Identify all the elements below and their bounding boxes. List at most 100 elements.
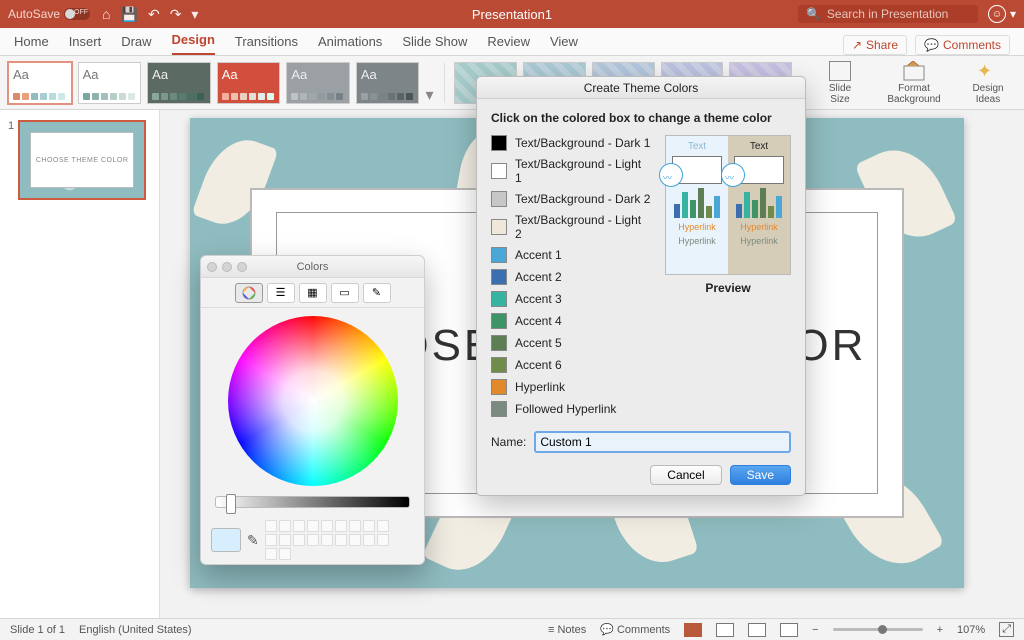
theme-color-row-3[interactable]: Text/Background - Light 2 <box>491 213 651 241</box>
status-comments-button[interactable]: 💬 Comments <box>600 623 670 636</box>
theme-color-swatch[interactable] <box>491 269 507 285</box>
slide-size-button[interactable]: Slide Size <box>812 61 868 105</box>
theme-color-row-2[interactable]: Text/Background - Dark 2 <box>491 191 651 207</box>
slide-thumbnail-panel[interactable]: 1 CHOOSE THEME COLOR <box>0 110 160 618</box>
theme-color-label: Accent 3 <box>515 292 562 306</box>
qat-overflow-icon[interactable]: ▾ <box>191 6 198 23</box>
theme-color-list: Text/Background - Dark 1 Text/Background … <box>491 135 651 417</box>
preview-light: Text 〰 Hyperlink Hyperlink <box>666 136 728 274</box>
theme-color-row-5[interactable]: Accent 2 <box>491 269 651 285</box>
tab-insert[interactable]: Insert <box>69 34 102 55</box>
color-mode-wheel[interactable] <box>235 283 263 303</box>
color-wheel[interactable] <box>228 316 398 486</box>
save-button[interactable]: Save <box>730 465 791 485</box>
theme-color-swatch[interactable] <box>491 335 507 351</box>
autosave-toggle[interactable]: AutoSave OFF <box>8 7 90 21</box>
theme-thumb-3[interactable]: Aa <box>147 62 211 104</box>
save-icon[interactable]: 💾 <box>121 6 138 23</box>
theme-thumb-4[interactable]: Aa <box>217 62 281 104</box>
format-background-button[interactable]: Format Background <box>886 61 942 105</box>
color-mode-image[interactable]: ▭ <box>331 283 359 303</box>
vertical-scrollbar[interactable] <box>1010 110 1022 618</box>
view-reading-icon[interactable] <box>748 623 766 637</box>
theme-color-swatch[interactable] <box>491 191 507 207</box>
theme-color-row-4[interactable]: Accent 1 <box>491 247 651 263</box>
share-button[interactable]: ↗Share <box>843 35 907 55</box>
theme-thumb-2[interactable]: Aa <box>78 62 142 104</box>
slide-thumbnail-1[interactable]: CHOOSE THEME COLOR <box>18 120 146 200</box>
theme-color-row-1[interactable]: Text/Background - Light 1 <box>491 157 651 185</box>
color-mode-pencils[interactable]: ✎ <box>363 283 391 303</box>
theme-color-swatch[interactable] <box>491 135 507 151</box>
theme-thumb-5[interactable]: Aa <box>286 62 350 104</box>
color-mode-palettes[interactable]: ▦ <box>299 283 327 303</box>
theme-color-swatch[interactable] <box>491 357 507 373</box>
eyedropper-icon[interactable]: ✎ <box>247 532 259 549</box>
window-controls[interactable] <box>207 262 247 272</box>
theme-color-row-11[interactable]: Followed Hyperlink <box>491 401 651 417</box>
theme-name-input[interactable] <box>534 431 791 453</box>
theme-thumb-1[interactable]: Aa <box>8 62 72 104</box>
view-slideshow-icon[interactable] <box>780 623 798 637</box>
theme-color-label: Text/Background - Dark 2 <box>515 192 650 206</box>
theme-color-swatch[interactable] <box>491 219 507 235</box>
theme-color-swatch[interactable] <box>491 163 507 179</box>
current-color-swatch[interactable] <box>211 528 241 552</box>
undo-icon[interactable]: ↶ <box>148 6 160 23</box>
color-swatch-grid[interactable] <box>265 520 395 560</box>
fit-to-window-icon[interactable]: ⤢ <box>999 622 1014 637</box>
status-language[interactable]: English (United States) <box>79 624 192 636</box>
preview-shape-light: 〰 <box>672 156 722 184</box>
theme-color-swatch[interactable] <box>491 247 507 263</box>
brightness-slider[interactable] <box>215 496 410 508</box>
theme-color-row-9[interactable]: Accent 6 <box>491 357 651 373</box>
view-sorter-icon[interactable] <box>716 623 734 637</box>
tab-draw[interactable]: Draw <box>121 34 151 55</box>
home-icon[interactable]: ⌂ <box>102 6 110 22</box>
tab-view[interactable]: View <box>550 34 578 55</box>
theme-color-row-6[interactable]: Accent 3 <box>491 291 651 307</box>
tab-home[interactable]: Home <box>14 34 49 55</box>
search-box[interactable]: 🔍 Search in Presentation <box>798 5 978 23</box>
theme-color-row-0[interactable]: Text/Background - Dark 1 <box>491 135 651 151</box>
zoom-out-icon[interactable]: − <box>812 624 818 636</box>
theme-color-swatch[interactable] <box>491 401 507 417</box>
color-wheel-cursor[interactable] <box>306 394 320 408</box>
notes-button[interactable]: ≡ Notes <box>548 624 586 636</box>
create-theme-colors-dialog[interactable]: Create Theme Colors Click on the colored… <box>476 76 806 496</box>
theme-color-label: Hyperlink <box>515 380 565 394</box>
feedback-smile-icon[interactable]: ☺ <box>988 5 1006 23</box>
theme-color-label: Accent 5 <box>515 336 562 350</box>
view-normal-icon[interactable] <box>684 623 702 637</box>
theme-color-row-10[interactable]: Hyperlink <box>491 379 651 395</box>
colors-panel[interactable]: Colors ☰ ▦ ▭ ✎ ✎ <box>200 255 425 565</box>
redo-icon[interactable]: ↷ <box>170 6 182 23</box>
theme-color-row-7[interactable]: Accent 4 <box>491 313 651 329</box>
zoom-in-icon[interactable]: + <box>937 624 943 636</box>
theme-color-swatch[interactable] <box>491 313 507 329</box>
slide-size-icon <box>829 61 851 81</box>
tab-design[interactable]: Design <box>172 32 215 55</box>
autosave-switch[interactable]: OFF <box>64 8 90 20</box>
theme-color-swatch[interactable] <box>491 291 507 307</box>
tab-review[interactable]: Review <box>487 34 530 55</box>
theme-color-swatch[interactable] <box>491 379 507 395</box>
zoom-slider[interactable] <box>833 628 923 631</box>
titlebar-overflow-icon[interactable]: ▾ <box>1010 7 1016 21</box>
dialog-instruction: Click on the colored box to change a the… <box>491 111 791 125</box>
design-ideas-button[interactable]: ✦ Design Ideas <box>960 61 1016 105</box>
search-placeholder: Search in Presentation <box>827 7 948 21</box>
color-mode-sliders[interactable]: ☰ <box>267 283 295 303</box>
cancel-button[interactable]: Cancel <box>650 465 721 485</box>
themes-overflow-icon[interactable]: ▾ <box>425 85 433 105</box>
comments-button[interactable]: 💬Comments <box>915 35 1010 55</box>
colors-panel-titlebar[interactable]: Colors <box>201 256 424 278</box>
tab-animations[interactable]: Animations <box>318 34 382 55</box>
zoom-value[interactable]: 107% <box>957 624 985 636</box>
theme-color-row-8[interactable]: Accent 5 <box>491 335 651 351</box>
tab-transitions[interactable]: Transitions <box>235 34 298 55</box>
share-icon: ↗ <box>852 38 862 52</box>
theme-color-label: Accent 2 <box>515 270 562 284</box>
tab-slideshow[interactable]: Slide Show <box>402 34 467 55</box>
theme-thumb-6[interactable]: Aa <box>356 62 420 104</box>
